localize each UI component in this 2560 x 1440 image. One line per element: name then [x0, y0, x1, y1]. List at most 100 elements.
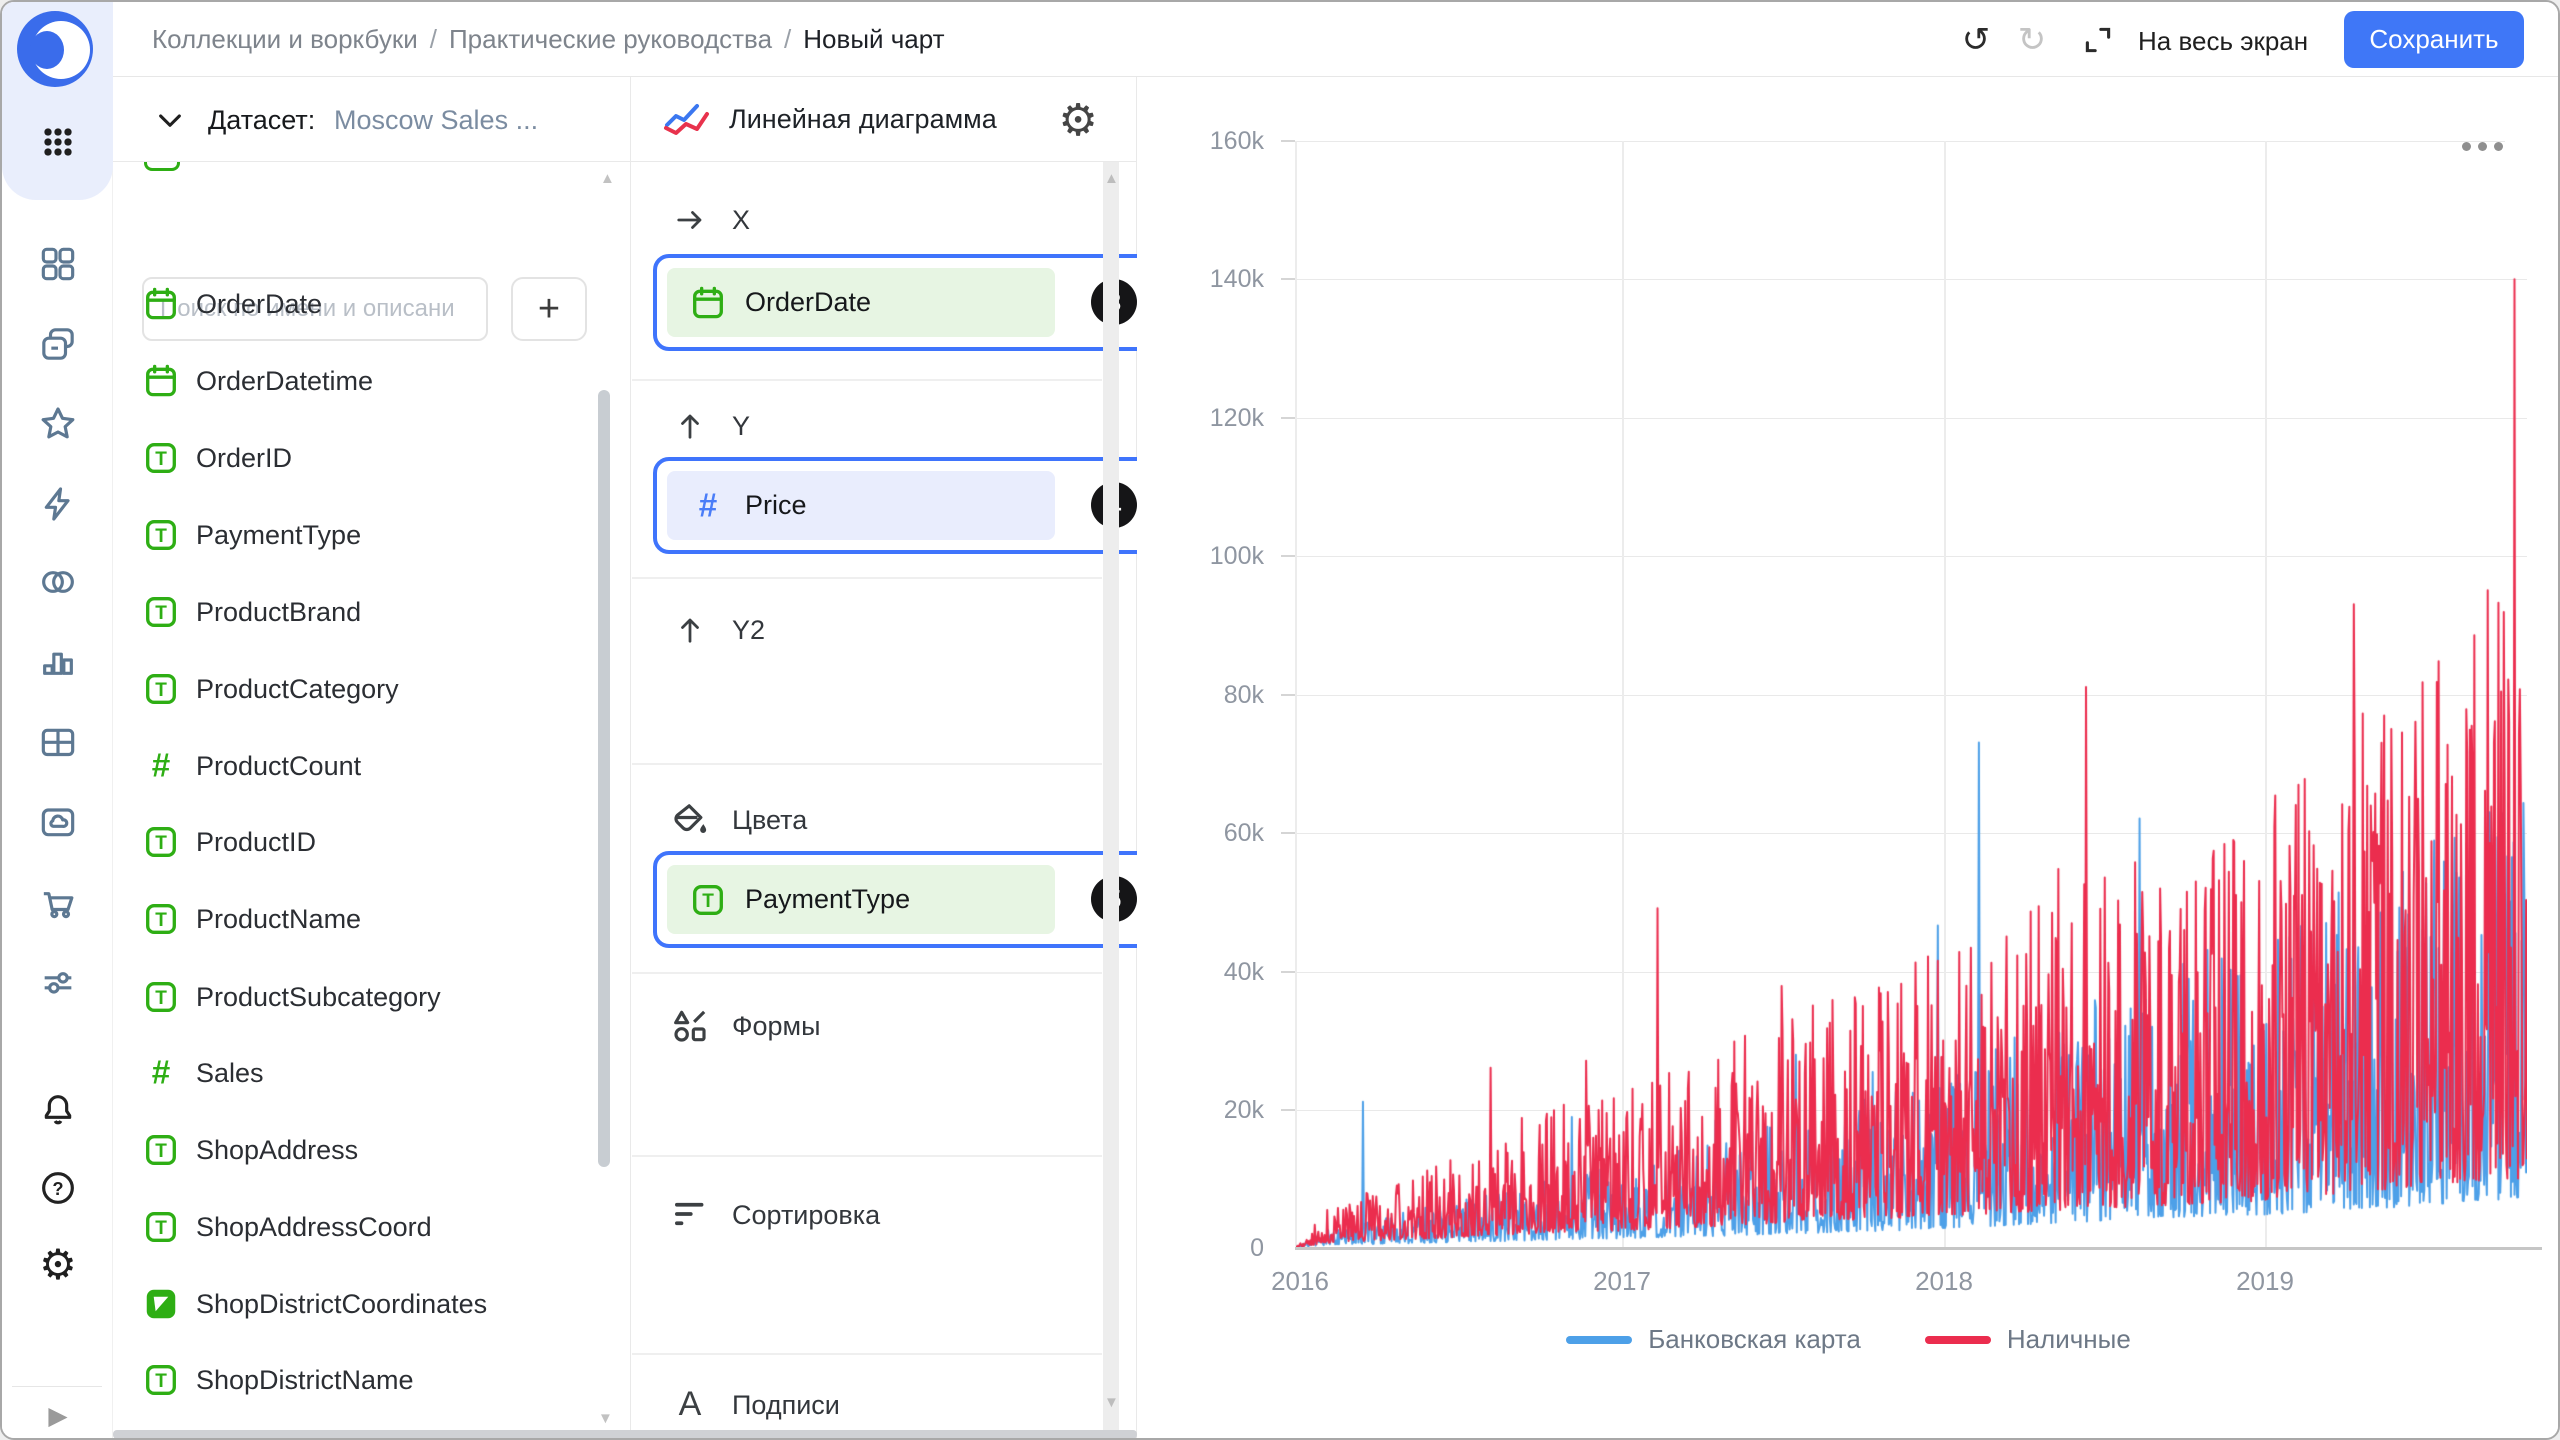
scroll-down-icon[interactable]: ▼ — [598, 1410, 613, 1427]
list-item[interactable]: T ProductBrand — [142, 574, 604, 650]
field-name: ProductID — [196, 827, 316, 858]
field-name: ProductSubcategory — [196, 982, 441, 1013]
collections-folders-icon[interactable] — [36, 322, 80, 366]
tick — [1281, 832, 1295, 834]
field-name: OrderDate — [196, 289, 322, 320]
field-pill-orderdate[interactable]: OrderDate — [667, 268, 1055, 337]
field-pill-price[interactable]: # Price — [667, 471, 1055, 540]
star-icon[interactable] — [36, 402, 80, 446]
arrow-right-icon — [670, 202, 710, 238]
field-name: ShopAddress — [196, 1135, 358, 1166]
horizontal-scrollbar[interactable] — [113, 1430, 1137, 1439]
dataset-scrollbar[interactable] — [598, 390, 610, 1167]
svg-text:?: ? — [52, 1178, 63, 1199]
field-name: ProductCount — [196, 751, 361, 782]
chart-settings-gear-icon[interactable]: ⚙ — [1054, 96, 1102, 144]
save-button[interactable]: Сохранить — [2344, 11, 2524, 68]
undo-icon[interactable]: ↺ — [1954, 20, 1998, 60]
breadcrumb: Коллекции и воркбуки / Практические руко… — [152, 24, 945, 55]
number-type-icon: # — [142, 747, 180, 785]
chevron-down-icon[interactable] — [150, 102, 190, 138]
scroll-up-icon[interactable]: ▲ — [600, 170, 615, 187]
dashboard-squares-icon[interactable] — [36, 242, 80, 286]
scroll-up-icon[interactable]: ▲ — [1104, 170, 1119, 187]
text-type-icon: T — [142, 823, 180, 861]
chart-type-label[interactable]: Линейная диаграмма — [729, 104, 997, 135]
list-item[interactable]: T ProductName — [142, 881, 604, 957]
collapse-play-icon[interactable]: ▶ — [36, 1398, 80, 1434]
list-item[interactable]: # ProductCount — [142, 728, 604, 804]
bell-icon[interactable] — [36, 1088, 80, 1132]
y-axis-label: 40k — [1152, 956, 1264, 988]
list-item[interactable]: T ProductSubcategory — [142, 959, 604, 1035]
scroll-down-icon[interactable]: ▼ — [1104, 1394, 1119, 1411]
svg-text:#: # — [699, 487, 718, 524]
sliders-icon[interactable] — [36, 960, 80, 1004]
list-item[interactable]: T ShopAddress — [142, 1112, 604, 1188]
text-type-icon: T — [142, 516, 180, 554]
field-pill-paymenttype[interactable]: T PaymentType — [667, 865, 1055, 934]
field-name: OrderID — [196, 443, 292, 474]
svg-text:T: T — [155, 526, 167, 547]
arrow-up-icon — [670, 408, 710, 444]
text-type-icon: T — [142, 670, 180, 708]
number-type-icon: # — [142, 1054, 180, 1092]
chart-legend: Банковская карта Наличные — [1137, 1324, 2560, 1355]
section-x-label: X — [732, 205, 750, 236]
list-item[interactable]: T ProductCategory — [142, 651, 604, 727]
calendar-icon — [142, 362, 180, 400]
svg-text:#: # — [152, 747, 171, 784]
list-item[interactable]: # Sales — [142, 1035, 604, 1111]
help-icon[interactable]: ? — [36, 1166, 80, 1210]
list-item[interactable]: OrderDatetime — [142, 343, 604, 419]
legend-item[interactable]: Банковская карта — [1566, 1324, 1861, 1355]
config-scrollbar-track[interactable] — [1103, 162, 1119, 1432]
section-colors-label: Цвета — [732, 805, 807, 836]
breadcrumb-item[interactable]: Практические руководства — [449, 24, 772, 55]
list-item[interactable]: T ProductID — [142, 804, 604, 880]
field-name: ProductName — [196, 904, 361, 935]
list-item[interactable]: T ShopAddressCoord — [142, 1189, 604, 1265]
bar-chart-icon[interactable] — [36, 638, 80, 682]
list-item[interactable]: T ShopDistrictName — [142, 1342, 604, 1418]
legend-item[interactable]: Наличные — [1925, 1324, 2131, 1355]
dataset-name[interactable]: Moscow Sales ... — [334, 105, 538, 136]
text-type-icon: T — [142, 593, 180, 631]
list-item[interactable]: T PaymentType — [142, 497, 604, 573]
partial-field-icon — [144, 162, 180, 171]
svg-text:T: T — [702, 890, 714, 911]
letter-a-icon: A — [670, 1384, 710, 1424]
settings-gear-icon[interactable]: ⚙ — [36, 1242, 80, 1286]
table-icon[interactable] — [36, 720, 80, 764]
fullscreen-icon[interactable] — [2076, 20, 2120, 60]
section-divider — [632, 577, 1102, 579]
calendar-icon — [142, 285, 180, 323]
list-item[interactable]: ShopDistrictCoordinates — [142, 1266, 604, 1342]
pill-label: PaymentType — [745, 884, 910, 915]
folder-cloud-icon[interactable] — [36, 800, 80, 844]
svg-text:T: T — [155, 449, 167, 470]
datalens-logo[interactable] — [15, 9, 95, 89]
field-name: ShopDistrictName — [196, 1365, 414, 1396]
list-item[interactable]: T OrderID — [142, 420, 604, 496]
fullscreen-label[interactable]: На весь экран — [2138, 26, 2308, 57]
field-name: ShopAddressCoord — [196, 1212, 432, 1243]
overlap-circles-icon[interactable] — [36, 560, 80, 604]
app-window: ? ⚙ ▶ Коллекции и воркбуки / Практически… — [0, 0, 2560, 1440]
text-type-icon: T — [142, 439, 180, 477]
cart-icon[interactable] — [36, 880, 80, 924]
list-item[interactable]: OrderDate — [142, 266, 604, 342]
lightning-icon[interactable] — [36, 482, 80, 526]
x-axis-label: 2016 — [1230, 1266, 1370, 1297]
dataset-label: Датасет: — [208, 105, 315, 136]
breadcrumb-current: Новый чарт — [803, 24, 944, 55]
svg-text:T: T — [155, 910, 167, 931]
section-divider — [632, 1353, 1102, 1355]
breadcrumb-item[interactable]: Коллекции и воркбуки — [152, 24, 418, 55]
redo-icon[interactable]: ↻ — [2010, 20, 2054, 60]
line-chart-plot[interactable] — [1296, 141, 2527, 1247]
y-axis-label: 0 — [1152, 1232, 1264, 1264]
line-chart-icon — [662, 98, 712, 142]
apps-grid-icon[interactable] — [36, 120, 80, 164]
x-axis-label: 2017 — [1552, 1266, 1692, 1297]
